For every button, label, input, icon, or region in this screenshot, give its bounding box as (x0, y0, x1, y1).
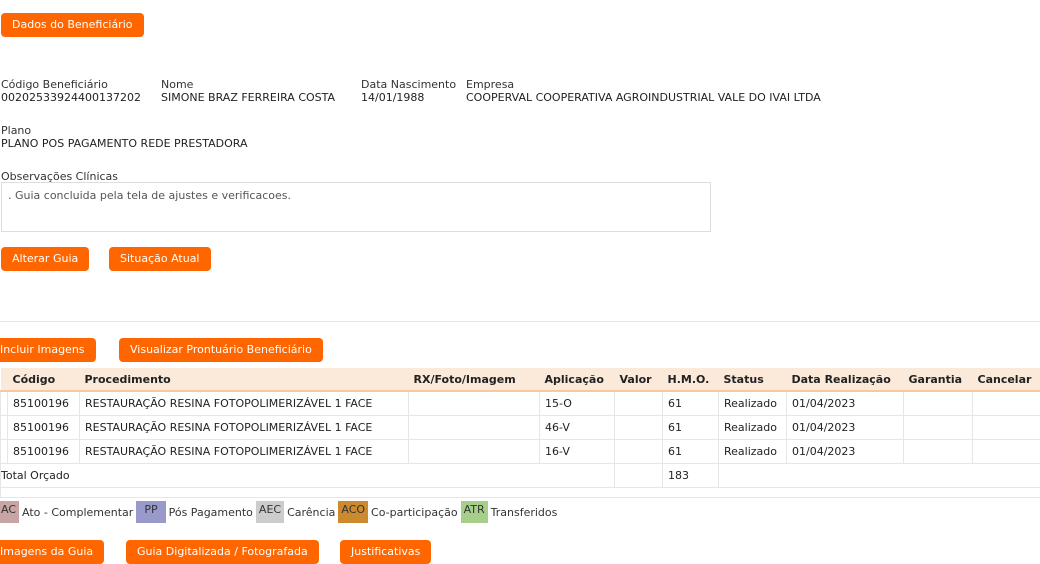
justificativas-button[interactable]: Justificativas (340, 540, 431, 564)
nome-value: SIMONE BRAZ FERREIRA COSTA (161, 91, 335, 104)
cell-data-realizacao: 01/04/2023 (787, 391, 904, 416)
cell (1, 391, 8, 416)
legend-label-ac: Ato - Complementar (22, 506, 133, 519)
legend-label-aec: Carência (287, 506, 335, 519)
section-divider (0, 321, 1040, 322)
procedimentos-table: Código Procedimento RX/Foto/Imagem Aplic… (0, 368, 1040, 498)
cell-procedimento: RESTAURAÇÃO RESINA FOTOPOLIMERIZÁVEL 1 F… (80, 416, 409, 440)
cell-codigo: 85100196 (8, 440, 80, 464)
situacao-atual-button[interactable]: Situação Atual (109, 247, 211, 271)
col-header (1, 368, 8, 391)
table-header-row: Código Procedimento RX/Foto/Imagem Aplic… (1, 368, 1040, 391)
col-header-status[interactable]: Status (719, 368, 787, 391)
nome-label: Nome (161, 78, 193, 91)
cell-hmo: 61 (663, 391, 719, 416)
spacer-row (1, 488, 1040, 498)
empresa-label: Empresa (466, 78, 514, 91)
cell-procedimento: RESTAURAÇÃO RESINA FOTOPOLIMERIZÁVEL 1 F… (80, 391, 409, 416)
col-header-aplicacao[interactable]: Aplicação (540, 368, 615, 391)
cell-aplicacao: 16-V (540, 440, 615, 464)
total-hmo: 183 (663, 464, 719, 488)
observacoes-textarea[interactable]: . Guia concluida pela tela de ajustes e … (1, 182, 711, 232)
cell-valor (615, 440, 663, 464)
cell-status: Realizado (719, 440, 787, 464)
legend-swatch-ac: AC (0, 501, 19, 523)
col-header-data-realizacao[interactable]: Data Realização (787, 368, 904, 391)
cell (1, 440, 8, 464)
codigo-beneficiario-value: 00202533924400137202 (1, 91, 141, 104)
legend-swatch-aec: AEC (256, 501, 284, 523)
cell-status: Realizado (719, 391, 787, 416)
col-header-hmo[interactable]: H.M.O. (663, 368, 719, 391)
data-nascimento-value: 14/01/1988 (361, 91, 424, 104)
data-nascimento-label: Data Nascimento (361, 78, 456, 91)
visualizar-prontuario-button[interactable]: Visualizar Prontuário Beneficiário (119, 338, 323, 362)
table-row: 85100196 RESTAURAÇÃO RESINA FOTOPOLIMERI… (1, 391, 1040, 416)
cell-procedimento: RESTAURAÇÃO RESINA FOTOPOLIMERIZÁVEL 1 F… (80, 440, 409, 464)
cell-status: Realizado (719, 416, 787, 440)
legend-label-pp: Pós Pagamento (169, 506, 253, 519)
col-header-garantia[interactable]: Garantia (904, 368, 973, 391)
cell-aplicacao: 15-O (540, 391, 615, 416)
incluir-imagens-button[interactable]: Incluir Imagens (0, 338, 96, 362)
total-valor (615, 464, 663, 488)
cell-valor (615, 416, 663, 440)
plano-value: PLANO POS PAGAMENTO REDE PRESTADORA (1, 137, 248, 150)
cell-garantia (904, 391, 973, 416)
legend-swatch-pp: PP (136, 501, 165, 523)
cell-cancelar[interactable] (973, 416, 1040, 440)
cell-garantia (904, 416, 973, 440)
cell-valor (615, 391, 663, 416)
total-rest (719, 464, 1040, 488)
cell-codigo: 85100196 (8, 416, 80, 440)
total-label: Total Orçado (1, 464, 615, 488)
codigo-beneficiario-label: Código Beneficiário (1, 78, 108, 91)
cell-rx (409, 440, 540, 464)
table-row: 85100196 RESTAURAÇÃO RESINA FOTOPOLIMERI… (1, 440, 1040, 464)
guia-digitalizada-button[interactable]: Guia Digitalizada / Fotografada (126, 540, 319, 564)
cell-garantia (904, 440, 973, 464)
cell-cancelar[interactable] (973, 440, 1040, 464)
empresa-value: COOPERVAL COOPERATIVA AGROINDUSTRIAL VAL… (466, 91, 821, 104)
legend-swatch-atr: ATR (461, 501, 488, 523)
col-header-procedimento[interactable]: Procedimento (80, 368, 409, 391)
legend-label-atr: Transferidos (491, 506, 558, 519)
col-header-rx[interactable]: RX/Foto/Imagem (409, 368, 540, 391)
cell-aplicacao: 46-V (540, 416, 615, 440)
cell-data-realizacao: 01/04/2023 (787, 440, 904, 464)
dados-beneficiario-button[interactable]: Dados do Beneficiário (1, 13, 144, 37)
col-header-cancelar[interactable]: Cancelar (973, 368, 1040, 391)
cell-codigo: 85100196 (8, 391, 80, 416)
legend: AC Ato - Complementar PP Pós Pagamento A… (0, 501, 560, 523)
legend-label-aco: Co-participação (371, 506, 458, 519)
cell (1, 416, 8, 440)
cell-data-realizacao: 01/04/2023 (787, 416, 904, 440)
spacer-cell (1, 488, 1040, 498)
plano-label: Plano (1, 124, 31, 137)
cell-hmo: 61 (663, 440, 719, 464)
table-row: 85100196 RESTAURAÇÃO RESINA FOTOPOLIMERI… (1, 416, 1040, 440)
legend-swatch-aco: ACO (338, 501, 368, 523)
cell-cancelar[interactable] (973, 391, 1040, 416)
cell-rx (409, 416, 540, 440)
total-row: Total Orçado 183 (1, 464, 1040, 488)
alterar-guia-button[interactable]: Alterar Guia (1, 247, 89, 271)
cell-hmo: 61 (663, 416, 719, 440)
cell-rx (409, 391, 540, 416)
col-header-valor[interactable]: Valor (615, 368, 663, 391)
imagens-guia-button[interactable]: Imagens da Guia (0, 540, 104, 564)
col-header-codigo[interactable]: Código (8, 368, 80, 391)
